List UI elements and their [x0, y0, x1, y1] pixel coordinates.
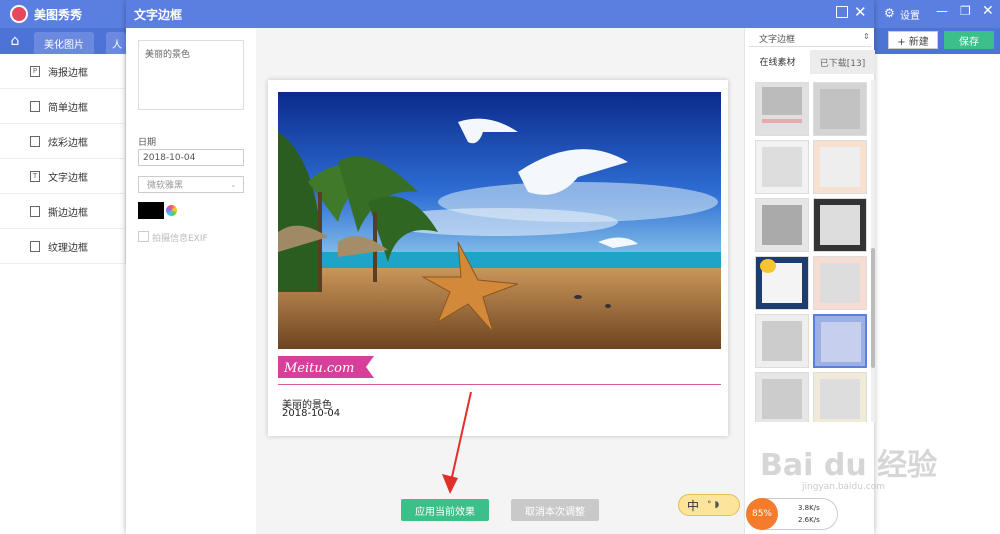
preview-caption-date: 2018-10-04	[282, 408, 341, 419]
sidebar-item-simple-frame[interactable]: 简单边框	[0, 89, 126, 124]
sidebar-item-colorful-frame[interactable]: 炫彩边框	[0, 124, 126, 159]
minimize-icon[interactable]: —	[936, 4, 948, 18]
home-icon[interactable]: ⌂	[0, 28, 30, 54]
save-button[interactable]: 保存	[944, 31, 994, 49]
material-category-select[interactable]: 文字边框	[749, 30, 871, 47]
beach-photo	[278, 92, 721, 349]
sidebar-item-text-frame[interactable]: T 文字边框	[0, 159, 126, 194]
thumbnail[interactable]	[755, 256, 809, 310]
select-arrows-icon: ⇕	[863, 32, 870, 41]
tab-beautify[interactable]: 美化图片	[34, 32, 94, 54]
new-button[interactable]: + 新建	[888, 31, 938, 49]
font-select[interactable]: 微软雅黑	[138, 176, 244, 193]
banner-text: Meitu.com	[283, 361, 354, 376]
dialog-minimize-icon[interactable]	[836, 6, 848, 18]
baidu-watermark: Bai du 经验	[760, 448, 938, 483]
color-picker-icon[interactable]	[166, 205, 177, 216]
colorful-frame-icon	[30, 135, 40, 147]
memory-ball[interactable]: 85%	[746, 498, 778, 530]
text-frame-icon: T	[30, 170, 40, 182]
thumbnail[interactable]	[813, 140, 867, 194]
ime-toolbar[interactable]: 中 ° ◗	[678, 494, 740, 516]
beach-photo-image	[278, 92, 721, 349]
exif-checkbox[interactable]	[138, 231, 149, 242]
tab-people[interactable]: 人	[106, 32, 126, 54]
thumbnail-selected[interactable]	[813, 314, 867, 368]
thumbnail[interactable]	[755, 82, 809, 136]
thumbnail[interactable]	[813, 256, 867, 310]
chevron-down-icon: ⌄	[230, 180, 237, 189]
upload-speed: 3.8K/s	[798, 504, 820, 512]
exif-label: 拍摄信息EXIF	[152, 234, 208, 244]
text-color-swatch[interactable]	[138, 202, 164, 219]
settings-panel: 美丽的景色 日期 2018-10-04 微软雅黑 ⌄ 拍摄信息EXIF	[126, 28, 256, 534]
sidebar-item-torn-frame[interactable]: 撕边边框	[0, 194, 126, 229]
app-title: 美图秀秀	[34, 8, 83, 22]
thumbnail[interactable]	[813, 198, 867, 252]
app-logo-icon	[10, 5, 28, 23]
torn-frame-icon	[30, 205, 40, 217]
texture-frame-icon	[30, 240, 40, 252]
thumbnail[interactable]	[813, 372, 867, 422]
thumbnail[interactable]	[755, 372, 809, 422]
dialog-close-icon[interactable]: ✕	[854, 3, 867, 21]
tab-downloaded-materials[interactable]: 已下载[13]	[810, 50, 875, 74]
dialog-titlebar: 文字边框 ✕	[126, 0, 874, 28]
sidebar-item-texture-frame[interactable]: 纹理边框	[0, 229, 126, 264]
meitu-banner: Meitu.com	[278, 356, 374, 378]
ime-mode-label: 中	[687, 498, 700, 513]
caption-textarea[interactable]: 美丽的景色	[138, 40, 244, 110]
download-speed: 2.6K/s	[798, 516, 820, 524]
thumbnail[interactable]	[813, 82, 867, 136]
poster-frame-icon: P	[30, 65, 40, 77]
preview-card: Meitu.com 美丽的景色 2018-10-04	[268, 80, 728, 436]
gear-icon[interactable]: ⚙	[884, 6, 895, 20]
red-arrow-annotation	[442, 391, 472, 494]
thumbnail[interactable]	[755, 198, 809, 252]
material-thumbnail-grid	[745, 78, 875, 422]
material-scrollbar-thumb[interactable]	[871, 248, 875, 368]
caption-divider	[278, 384, 721, 385]
date-label: 日期	[138, 138, 157, 148]
thumbnail[interactable]	[755, 140, 809, 194]
cancel-adjustment-button[interactable]: 取消本次调整	[511, 499, 599, 521]
maximize-icon[interactable]: ❐	[960, 4, 971, 18]
sidebar-item-poster-frame[interactable]: P 海报边框	[0, 54, 126, 89]
tab-online-materials[interactable]: 在线素材	[745, 50, 810, 74]
apply-effect-button[interactable]: 应用当前效果	[401, 499, 489, 521]
simple-frame-icon	[30, 100, 40, 112]
dialog-title: 文字边框	[134, 8, 183, 22]
settings-label[interactable]: 设置	[900, 7, 920, 22]
ime-punct-icon: ° ◗	[707, 500, 720, 510]
close-icon[interactable]: ✕	[982, 3, 994, 19]
date-input[interactable]: 2018-10-04	[138, 149, 244, 166]
baidu-watermark-url: jingyan.baidu.com	[802, 482, 886, 492]
window-controls: ⚙ 设置 — ❐ ✕	[876, 0, 1000, 28]
thumbnail[interactable]	[755, 314, 809, 368]
